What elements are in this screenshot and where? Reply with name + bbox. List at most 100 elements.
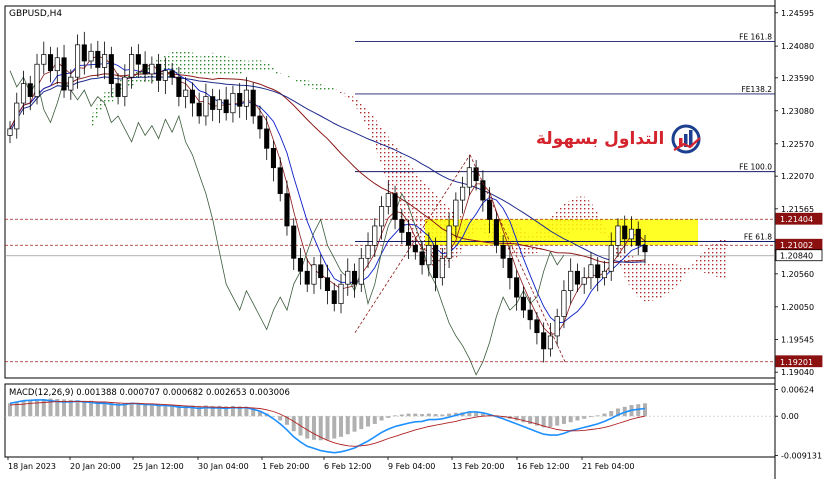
- macd-histogram-bar: [440, 414, 445, 417]
- price-axis-label: 1.24595: [781, 9, 814, 18]
- price-axis-label: 1.21565: [781, 205, 814, 214]
- candle-body: [507, 257, 513, 279]
- candle-body: [365, 245, 371, 259]
- candle-body: [88, 50, 94, 62]
- candle-body: [162, 70, 168, 81]
- candle-body: [20, 83, 27, 104]
- candle-body: [514, 277, 520, 298]
- candle-body: [588, 264, 594, 279]
- candle-body: [129, 54, 135, 78]
- candle-body: [324, 277, 331, 292]
- macd-histogram-bar: [447, 413, 452, 417]
- price-axis-label: 1.20560: [781, 270, 814, 279]
- macd-histogram-bar: [339, 416, 344, 437]
- candle-body: [581, 277, 587, 285]
- macd-histogram-bar: [278, 416, 283, 421]
- candle-body: [297, 257, 304, 272]
- candle-body: [628, 228, 635, 240]
- fib-level-label: FE 161.8: [739, 33, 772, 42]
- candle-body: [385, 193, 391, 207]
- price-axis-label: 1.19545: [781, 336, 814, 345]
- candle-body: [473, 167, 479, 182]
- macd-histogram-bar: [75, 400, 80, 417]
- candle-body: [257, 115, 263, 130]
- candle-body: [47, 54, 54, 72]
- candle-body: [358, 257, 364, 285]
- macd-histogram-bar: [136, 402, 141, 417]
- macd-histogram-bar: [413, 413, 418, 417]
- macd-histogram-bar: [82, 400, 87, 417]
- candle-body: [601, 270, 608, 279]
- candle-body: [102, 54, 108, 68]
- candle-body: [338, 283, 344, 304]
- time-axis-label: 16 Feb 12:00: [517, 462, 569, 471]
- candle-body: [392, 193, 398, 220]
- time-axis-label: 18 Jan 2023: [8, 462, 56, 471]
- candle-body: [642, 245, 648, 253]
- candle-body: [466, 167, 472, 188]
- macd-histogram-bar: [595, 415, 600, 417]
- candle-body: [210, 96, 216, 110]
- macd-histogram-bar: [521, 416, 526, 423]
- candle-body: [14, 102, 20, 130]
- brand-logo: التداول بسهولة: [536, 123, 706, 155]
- time-axis-label: 21 Feb 04:00: [582, 462, 634, 471]
- candle-body: [406, 232, 412, 246]
- macd-histogram-bar: [582, 416, 587, 419]
- candle-body: [115, 83, 121, 97]
- candle-body: [453, 199, 459, 227]
- macd-histogram-bar: [406, 413, 411, 417]
- candle-body: [608, 245, 614, 272]
- macd-histogram-bar: [21, 401, 26, 417]
- macd-histogram-bar: [197, 405, 202, 417]
- candle-body: [27, 83, 33, 97]
- candle-body: [541, 332, 547, 350]
- candle-body: [412, 245, 418, 253]
- candle-body: [534, 319, 540, 334]
- time-axis-label: 1 Feb 20:00: [262, 462, 309, 471]
- candle-body: [439, 257, 445, 279]
- macd-axis-label: 0.00: [781, 412, 799, 421]
- candle-body: [568, 270, 574, 292]
- candle-body: [554, 316, 560, 337]
- fib-level-label: FE 61.8: [744, 232, 772, 241]
- candle-body: [399, 219, 405, 233]
- candle-body: [142, 63, 148, 75]
- macd-histogram-bar: [345, 416, 350, 435]
- candle-body: [156, 63, 162, 81]
- macd-axis-label: 0.00624: [781, 385, 814, 394]
- candle-body: [372, 225, 378, 246]
- macd-axis-label: -0.009131: [781, 451, 822, 460]
- candle-body: [426, 245, 432, 266]
- macd-histogram-bar: [643, 403, 647, 417]
- candle-body: [520, 296, 526, 311]
- candle-body: [176, 76, 182, 97]
- candle-body: [500, 245, 506, 259]
- candle-body: [351, 270, 358, 285]
- macd-histogram-bar: [311, 416, 316, 440]
- time-axis-label: 6 Feb 12:00: [324, 462, 371, 471]
- macd-histogram-bar: [399, 414, 404, 417]
- candle-body: [223, 99, 229, 114]
- candle-body: [419, 251, 425, 266]
- macd-histogram-bar: [332, 416, 337, 439]
- price-chart[interactable]: FE 161.8 FE138.2 FE 100.0 FE 61.8 1.24595 1.2…: [0, 0, 825, 479]
- macd-histogram-bar: [426, 413, 431, 417]
- candle-body: [460, 186, 466, 201]
- price-axis-label: 1.19040: [781, 368, 814, 377]
- macd-histogram-bar: [352, 416, 357, 432]
- candle-body: [243, 89, 249, 107]
- candle-body: [527, 309, 533, 321]
- time-axis-label: 30 Jan 04:00: [198, 462, 249, 471]
- candle-body: [169, 70, 175, 78]
- candle-body: [189, 89, 195, 104]
- brand-logo-text: التداول بسهولة: [536, 129, 665, 149]
- macd-histogram-bar: [609, 411, 614, 417]
- candle-body: [493, 219, 499, 246]
- candle-body: [318, 264, 324, 279]
- candle-body: [635, 228, 641, 246]
- macd-histogram-bar: [366, 416, 371, 427]
- macd-histogram-bar: [379, 416, 384, 421]
- candle-body: [291, 225, 297, 259]
- macd-histogram-bar: [602, 413, 607, 417]
